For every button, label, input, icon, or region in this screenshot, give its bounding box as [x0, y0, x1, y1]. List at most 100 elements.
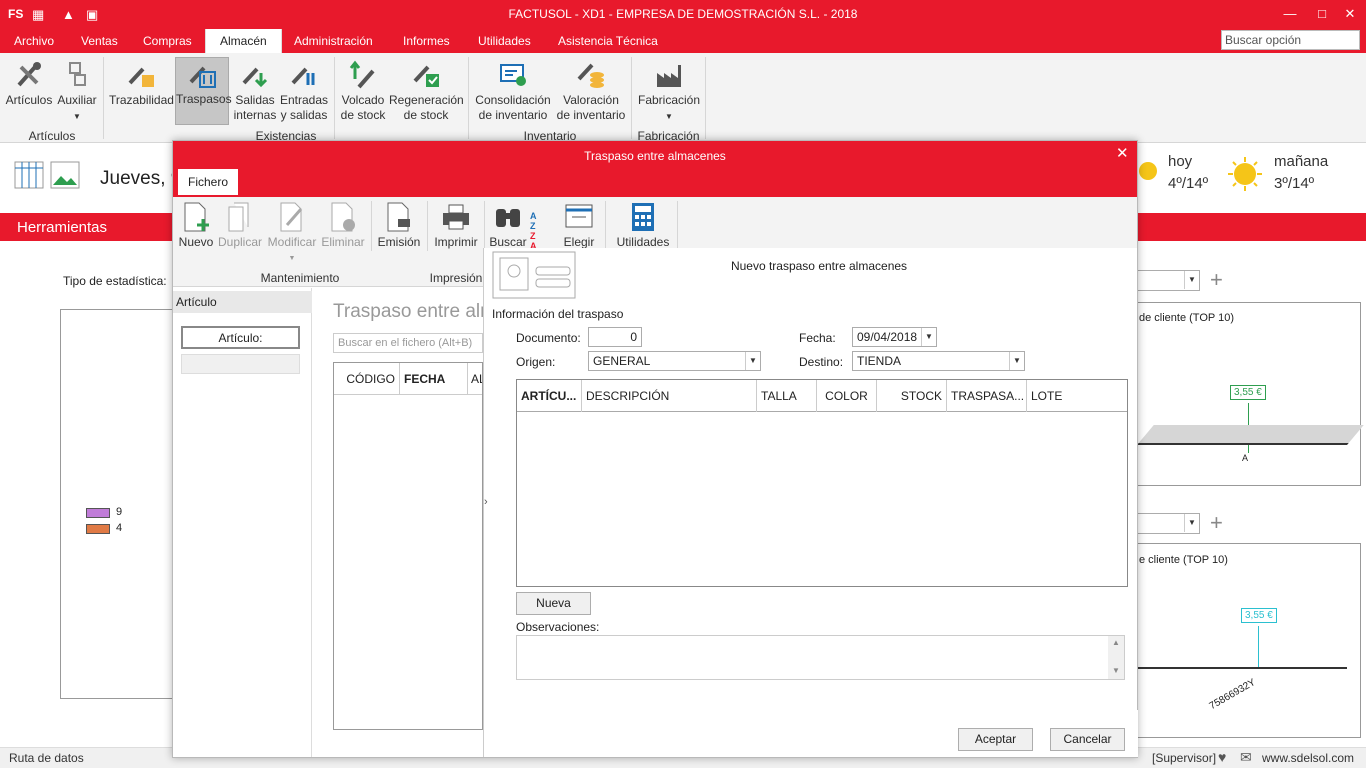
dialog-close-icon[interactable]: ✕ [1116, 144, 1129, 162]
consolidacion-label-1: Consolidación [475, 93, 551, 107]
chart2-value-line [1258, 626, 1259, 668]
aceptar-button[interactable]: Aceptar [958, 728, 1033, 751]
group-label-mantenimiento: Mantenimiento [260, 271, 340, 285]
list-table: CÓDIGO FECHA AL [333, 362, 483, 730]
auxiliar-label: Auxiliar [57, 93, 97, 107]
menu-informes[interactable]: Informes [403, 34, 450, 48]
nueva-button[interactable]: Nueva [516, 592, 591, 615]
heart-icon[interactable]: ♥ [1218, 749, 1226, 765]
col-stock[interactable]: STOCK [877, 380, 947, 412]
chart2-title: e cliente (TOP 10) [1139, 554, 1228, 566]
search-option-input[interactable]: Buscar opción [1221, 30, 1360, 50]
choose-icon [565, 204, 593, 228]
menu-almacen[interactable]: Almacén [205, 29, 282, 55]
list-search-input[interactable]: Buscar en el fichero (Alt+B) [333, 333, 483, 353]
menu-administracion[interactable]: Administración [294, 34, 373, 48]
volcado-stock-button[interactable]: Volcado de stock [339, 59, 387, 123]
duplicar-button[interactable]: Duplicar [217, 201, 263, 249]
chart2-select[interactable]: ▼ [1136, 513, 1200, 534]
chevron-down-icon[interactable]: ▼ [1009, 352, 1024, 370]
sort-az-icon[interactable]: AZZA [530, 211, 537, 251]
regeneracion-icon [413, 65, 439, 87]
dashboard-date: Jueves, 9 [100, 168, 182, 189]
utilidades-button[interactable]: Utilidades [613, 201, 673, 249]
chart1-select[interactable]: ▼ [1136, 270, 1200, 291]
traspaso-dialog: Traspaso entre almacenes ✕ Fichero Nuevo… [172, 140, 1138, 758]
scrollbar[interactable]: ▲ ▼ [1108, 636, 1124, 679]
salidas-label-2: internas [233, 108, 277, 122]
expand-arrow-icon[interactable]: › [484, 496, 494, 508]
col-descripcion[interactable]: DESCRIPCIÓN [582, 380, 757, 412]
mail-icon[interactable]: ✉ [1240, 749, 1252, 766]
nuevo-label: Nuevo [178, 235, 214, 249]
group-label-articulos: Artículos [28, 129, 76, 143]
documento-input[interactable]: 0 [588, 327, 642, 347]
salidas-icon [242, 67, 268, 88]
modificar-button[interactable]: Modificar ▼ [266, 201, 318, 263]
list-col-codigo[interactable]: CÓDIGO [334, 363, 400, 395]
legend-swatch-1 [86, 508, 110, 518]
col-articulo[interactable]: ARTÍCU... [517, 380, 582, 412]
col-traspasado[interactable]: TRASPASA... [947, 380, 1027, 412]
form-panel: › Nuevo traspaso entre almacenes Informa… [483, 248, 1138, 757]
regeneracion-stock-button[interactable]: Regeneración de stock [389, 59, 464, 123]
chart1-x-label: A [1242, 453, 1249, 463]
entradas-salidas-button[interactable]: Entradas y salidas [279, 59, 329, 123]
valoracion-label-2: de inventario [556, 108, 626, 122]
nuevo-button[interactable]: Nuevo [177, 201, 215, 249]
fabricacion-button[interactable]: Fabricación ▼ [637, 59, 701, 124]
menu-asistencia[interactable]: Asistencia Técnica [558, 34, 658, 48]
tab-fichero[interactable]: Fichero [178, 169, 239, 195]
status-web[interactable]: www.sdelsol.com [1262, 751, 1354, 765]
menu-archivo[interactable]: Archivo [14, 34, 54, 48]
grid-view-icon[interactable] [14, 161, 44, 189]
emision-label: Emisión [377, 235, 421, 249]
articulo-filter-field[interactable] [181, 354, 300, 374]
articulos-button[interactable]: Artículos [4, 59, 54, 108]
chevron-down-icon[interactable]: ▼ [921, 328, 936, 346]
emision-button[interactable]: Emisión [376, 201, 422, 249]
eliminar-button[interactable]: Eliminar [321, 201, 365, 249]
imprimir-button[interactable]: Imprimir [431, 201, 481, 249]
binoculars-icon [496, 209, 520, 227]
destino-select[interactable]: TIENDA ▼ [852, 351, 1025, 371]
add-chart1-icon[interactable]: + [1210, 267, 1223, 293]
ribbon-separator [677, 201, 678, 251]
cancelar-button[interactable]: Cancelar [1050, 728, 1125, 751]
legend-label-2: 4 [116, 522, 123, 534]
col-color[interactable]: COLOR [817, 380, 877, 412]
col-lote[interactable]: LOTE [1027, 380, 1127, 412]
trazabilidad-button[interactable]: Trazabilidad [109, 59, 174, 108]
auxiliar-button[interactable]: Auxiliar ▼ [56, 59, 98, 124]
list-col-fecha[interactable]: FECHA [400, 363, 468, 395]
duplicar-label: Duplicar [217, 235, 262, 249]
elegir-button[interactable]: Elegir [559, 201, 599, 249]
traspasos-button[interactable]: Traspasos [175, 57, 232, 125]
consolidacion-button[interactable]: Consolidación de inventario [475, 59, 551, 123]
list-col-al[interactable]: AL [468, 363, 482, 395]
maximize-icon[interactable]: □ [1312, 4, 1332, 24]
ribbon-separator [605, 201, 606, 251]
sun-icon [1139, 162, 1157, 180]
menu-compras[interactable]: Compras [143, 34, 192, 48]
valoracion-button[interactable]: Valoración de inventario [555, 59, 627, 123]
add-chart2-icon[interactable]: + [1210, 510, 1223, 536]
observaciones-textarea[interactable]: ▲ ▼ [516, 635, 1125, 680]
close-icon[interactable]: ✕ [1340, 4, 1360, 24]
weather-today-label: hoy [1168, 153, 1193, 170]
articulo-filter-button[interactable]: Artículo: [181, 326, 300, 349]
minimize-icon[interactable]: — [1280, 4, 1300, 24]
image-view-icon[interactable] [50, 161, 80, 189]
chevron-down-icon[interactable]: ▼ [745, 352, 760, 370]
buscar-button[interactable]: Buscar [489, 201, 527, 249]
salidas-internas-button[interactable]: Salidas internas [233, 59, 277, 123]
menu-utilidades[interactable]: Utilidades [478, 34, 531, 48]
chart2-axis [1137, 667, 1347, 669]
col-talla[interactable]: TALLA [757, 380, 817, 412]
dialog-title: Traspaso entre almacenes [173, 141, 1137, 171]
menu-ventas[interactable]: Ventas [81, 34, 118, 48]
regeneracion-label-2: de stock [403, 108, 449, 122]
dialog-footer [484, 710, 1138, 757]
fecha-input[interactable]: 09/04/2018 ▼ [852, 327, 937, 347]
origen-select[interactable]: GENERAL ▼ [588, 351, 761, 371]
